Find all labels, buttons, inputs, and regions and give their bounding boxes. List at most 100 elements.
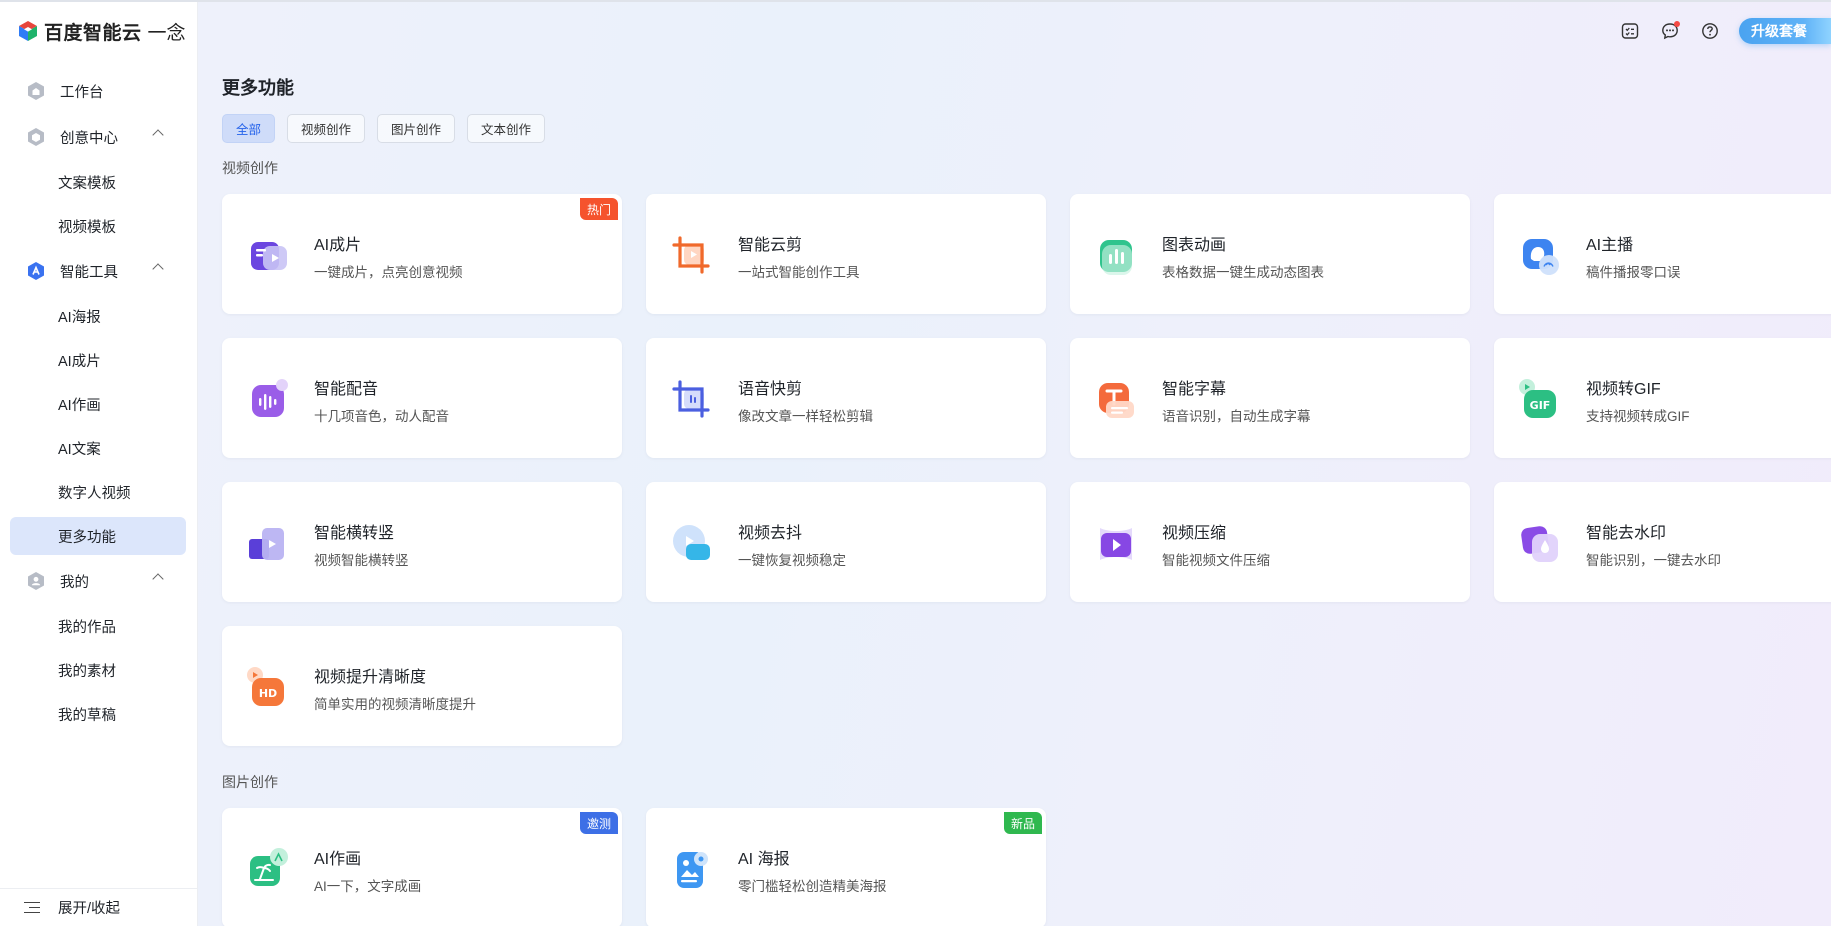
sidebar-item-digital-human[interactable]: 数字人视频 (0, 470, 198, 514)
tool-desc: 视频智能横转竖 (314, 553, 409, 568)
tool-card-video-to-gif[interactable]: GIF 视频转GIF 支持视频转成GIF (1494, 338, 1831, 458)
tool-name: 智能去水印 (1586, 525, 1667, 542)
collapse-menu-icon (24, 901, 40, 914)
tool-name: 视频去抖 (738, 525, 803, 542)
smart-tools-icon (26, 261, 46, 281)
tool-desc: 智能视频文件压缩 (1162, 553, 1270, 568)
svg-text:HD: HD (259, 687, 277, 700)
tool-desc: 语音识别，自动生成字幕 (1162, 409, 1311, 424)
sidebar-item-my-materials[interactable]: 我的素材 (0, 648, 198, 692)
tool-card-chart-animation[interactable]: 图表动画 表格数据一键生成动态图表 (1070, 194, 1470, 314)
tool-name: 智能云剪 (738, 237, 803, 254)
tool-name: 智能字幕 (1162, 381, 1227, 398)
tool-name: AI作画 (314, 851, 362, 868)
tool-name: AI 海报 (738, 851, 790, 868)
sidebar-item-workbench[interactable]: 工作台 (0, 68, 198, 114)
filter-tabs: 全部 视频创作 图片创作 文本创作 (222, 114, 557, 143)
tool-desc: AI一下，文字成画 (314, 879, 422, 894)
tool-card-video-compress[interactable]: 视频压缩 智能视频文件压缩 (1070, 482, 1470, 602)
tool-name: 视频转GIF (1586, 381, 1661, 398)
tool-name: 视频提升清晰度 (314, 669, 427, 686)
sidebar-nav: 工作台 创意中心 文案模板 视频模板 智能工具 AI海报 AI成片 AI作画 A… (0, 68, 198, 736)
brand-name: 百度智能云 (44, 22, 142, 44)
image-tools-grid: AI作画 AI一下，文字成画 邀测 AI 海报 零门槛轻松创造精美海报 新品 (222, 808, 1831, 926)
tool-desc: 表格数据一键生成动态图表 (1162, 265, 1324, 280)
sidebar-item-video-templates[interactable]: 视频模板 (0, 204, 198, 248)
top-border (0, 0, 1831, 2)
tool-card-video-stabilize[interactable]: 视频去抖 一键恢复视频稳定 (646, 482, 1046, 602)
user-icon (26, 571, 46, 591)
chart-animation-icon (1092, 232, 1140, 280)
brand-cube-icon (16, 19, 40, 43)
subtitle-icon (1092, 376, 1140, 424)
sidebar-collapse-toggle[interactable]: 展开/收起 (0, 888, 198, 926)
tool-name: 语音快剪 (738, 381, 803, 398)
brand-logo[interactable]: 百度智能云 一念 (16, 18, 186, 44)
message-icon[interactable] (1659, 20, 1681, 42)
sidebar-item-ai-copywriting[interactable]: AI文案 (0, 426, 198, 470)
home-icon (26, 81, 46, 101)
tool-name: 图表动画 (1162, 237, 1227, 254)
sidebar-group-creative[interactable]: 创意中心 (0, 114, 198, 160)
rotate-video-icon (244, 520, 292, 568)
sidebar-item-more-features[interactable]: 更多功能 (10, 517, 186, 555)
brand-product: 一念 (147, 22, 186, 44)
creative-icon (26, 127, 46, 147)
sidebar-group-mine[interactable]: 我的 (0, 558, 198, 604)
tool-name: AI主播 (1586, 237, 1634, 254)
new-badge: 新品 (1003, 812, 1042, 834)
filter-image[interactable]: 图片创作 (377, 114, 456, 143)
tool-card-ai-anchor[interactable]: AI主播 稿件播报零口误 (1494, 194, 1831, 314)
sidebar-item-ai-film[interactable]: AI成片 (0, 338, 198, 382)
filter-all[interactable]: 全部 (222, 114, 276, 143)
tool-desc: 零门槛轻松创造精美海报 (738, 879, 887, 894)
tool-desc: 简单实用的视频清晰度提升 (314, 697, 476, 712)
upgrade-button[interactable]: 升级套餐 (1739, 18, 1831, 44)
tool-desc: 一键成片，点亮创意视频 (314, 265, 463, 280)
main-content: 升级套餐 更多功能 全部 视频创作 图片创作 文本创作 视频创作 AI成片 一键… (198, 0, 1831, 926)
section-title-video: 视频创作 (222, 160, 278, 176)
tool-card-smart-subtitle[interactable]: 智能字幕 语音识别，自动生成字幕 (1070, 338, 1470, 458)
sidebar-item-ai-poster[interactable]: AI海报 (0, 294, 198, 338)
tool-card-ai-painting[interactable]: AI作画 AI一下，文字成画 邀测 (222, 808, 622, 926)
help-icon[interactable] (1699, 20, 1721, 42)
tool-card-ai-film[interactable]: AI成片 一键成片，点亮创意视频 热门 (222, 194, 622, 314)
tool-name: AI成片 (314, 237, 362, 254)
sidebar-group-label: 工作台 (60, 84, 104, 101)
sidebar-item-copy-templates[interactable]: 文案模板 (0, 160, 198, 204)
hd-icon: HD (244, 664, 292, 712)
chevron-up-icon[interactable] (152, 129, 164, 141)
tool-card-landscape-to-portrait[interactable]: 智能横转竖 视频智能横转竖 (222, 482, 622, 602)
tool-card-smart-dubbing[interactable]: 智能配音 十几项音色，动人配音 (222, 338, 622, 458)
svg-text:GIF: GIF (1530, 399, 1551, 412)
video-tools-grid: AI成片 一键成片，点亮创意视频 热门 智能云剪 一站式智能创作工具 图表动画 … (222, 194, 1831, 746)
filter-text[interactable]: 文本创作 (467, 114, 546, 143)
tool-desc: 像改文章一样轻松剪辑 (738, 409, 873, 424)
notification-dot (1674, 21, 1680, 27)
beta-badge: 邀测 (579, 812, 618, 834)
ai-anchor-icon (1516, 232, 1564, 280)
ai-poster-icon (668, 846, 716, 894)
stabilize-icon (668, 520, 716, 568)
tool-card-voice-cut[interactable]: 语音快剪 像改文章一样轻松剪辑 (646, 338, 1046, 458)
ai-film-icon (244, 232, 292, 280)
tool-desc: 一站式智能创作工具 (738, 265, 860, 280)
chevron-up-icon[interactable] (152, 573, 164, 585)
sidebar-item-my-works[interactable]: 我的作品 (0, 604, 198, 648)
tool-card-video-enhance[interactable]: HD 视频提升清晰度 简单实用的视频清晰度提升 (222, 626, 622, 746)
task-list-icon[interactable] (1619, 20, 1641, 42)
sidebar-item-my-drafts[interactable]: 我的草稿 (0, 692, 198, 736)
sidebar-group-label: 我的 (60, 574, 89, 591)
filter-video[interactable]: 视频创作 (287, 114, 366, 143)
sidebar-group-tools[interactable]: 智能工具 (0, 248, 198, 294)
section-title-image: 图片创作 (222, 774, 278, 790)
tool-card-smart-cut[interactable]: 智能云剪 一站式智能创作工具 (646, 194, 1046, 314)
sidebar-group-label: 智能工具 (60, 264, 118, 281)
sidebar-item-ai-painting[interactable]: AI作画 (0, 382, 198, 426)
ai-painting-icon (244, 846, 292, 894)
tool-desc: 稿件播报零口误 (1586, 265, 1681, 280)
voice-cut-icon (668, 376, 716, 424)
tool-card-watermark-remove[interactable]: 智能去水印 智能识别，一键去水印 (1494, 482, 1831, 602)
tool-card-ai-poster[interactable]: AI 海报 零门槛轻松创造精美海报 新品 (646, 808, 1046, 926)
chevron-up-icon[interactable] (152, 263, 164, 275)
